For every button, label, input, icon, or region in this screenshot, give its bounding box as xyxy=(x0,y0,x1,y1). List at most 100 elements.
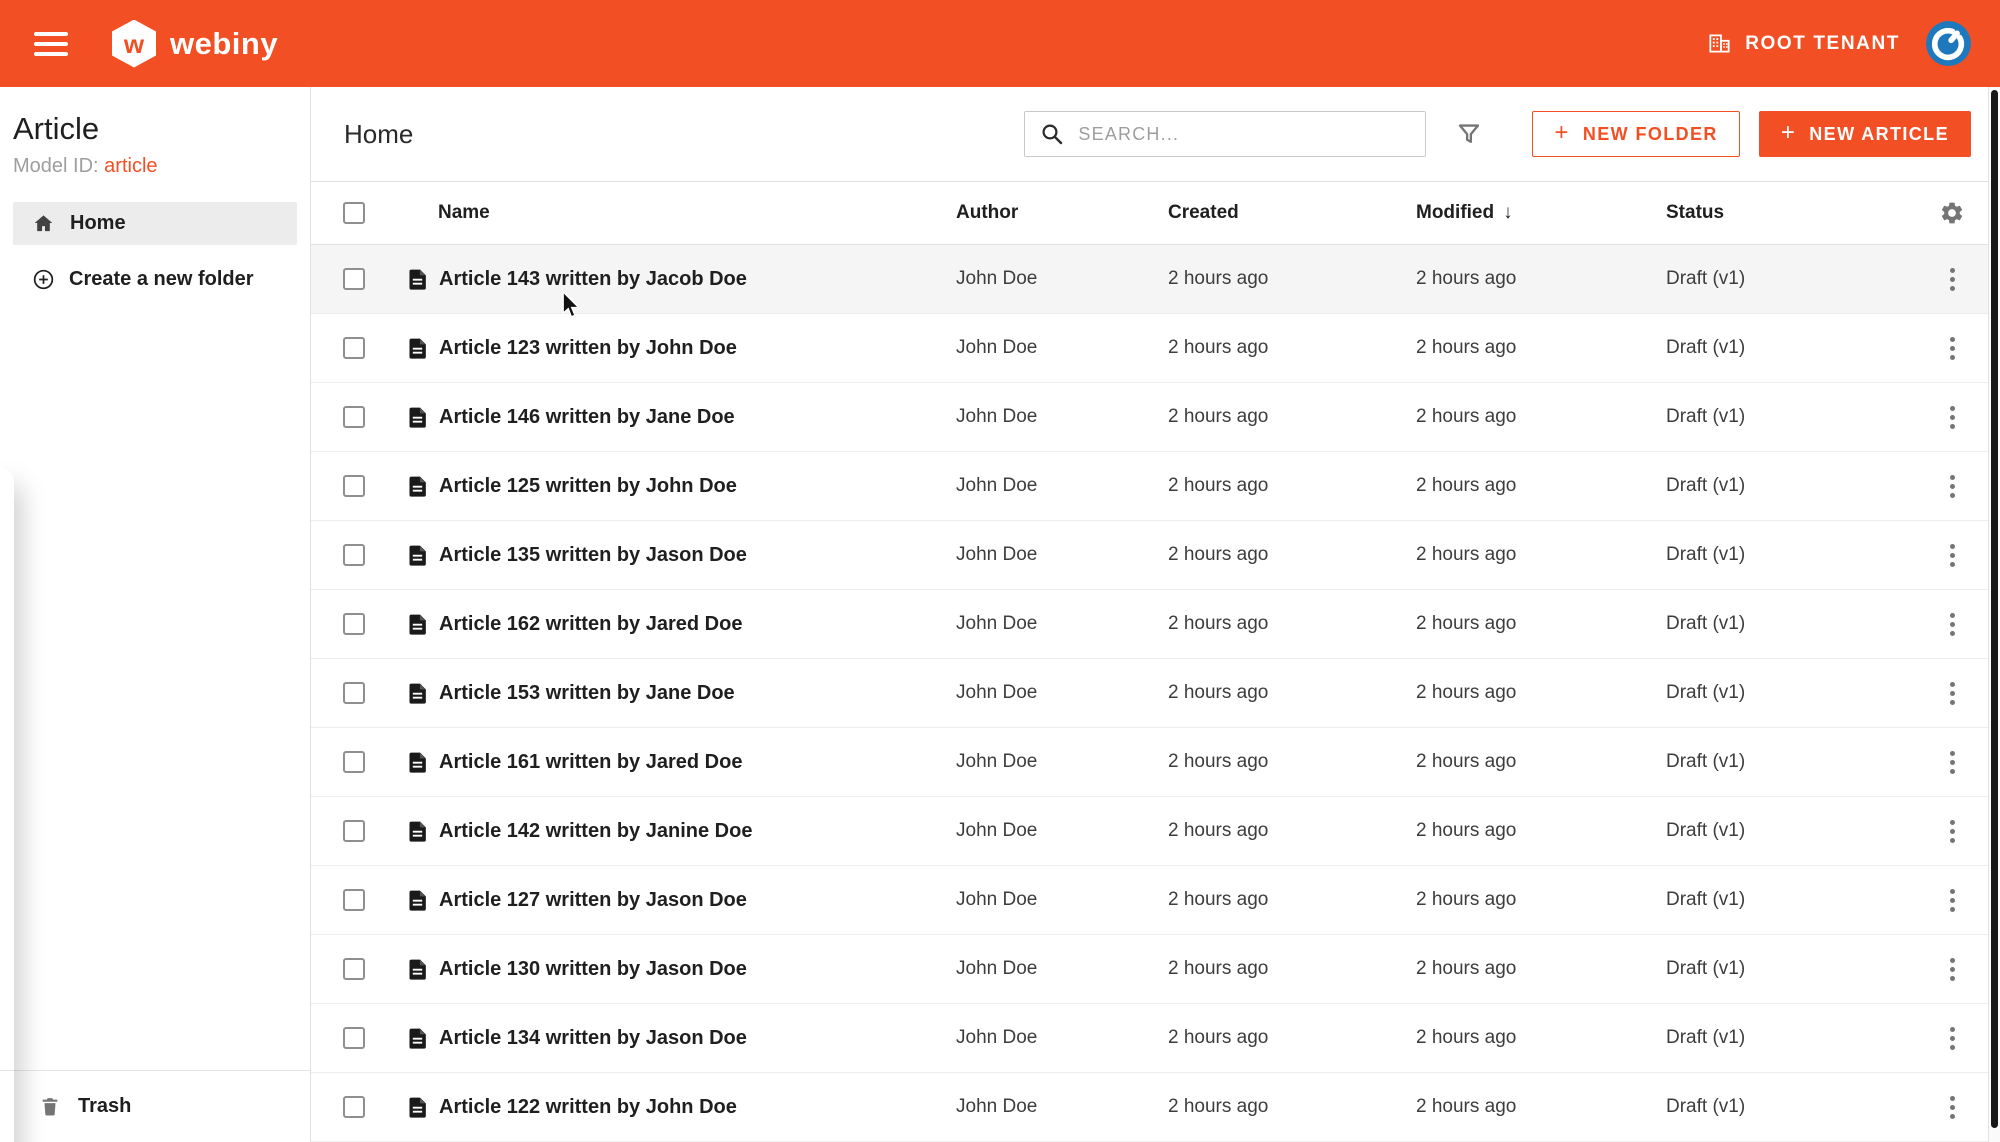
row-menu-button[interactable] xyxy=(1944,745,1961,780)
status-cell: Draft (v1) xyxy=(1666,820,1746,841)
modified-cell: 2 hours ago xyxy=(1416,544,1517,565)
row-menu-button[interactable] xyxy=(1944,883,1961,918)
created-cell: 2 hours ago xyxy=(1168,751,1269,772)
table-row[interactable]: Article 135 written by Jason Doe John Do… xyxy=(311,521,2000,590)
article-name: Article 125 written by John Doe xyxy=(439,474,737,497)
table-row[interactable]: Article 146 written by Jane Doe John Doe… xyxy=(311,383,2000,452)
modified-cell: 2 hours ago xyxy=(1416,958,1517,979)
table-body: Article 143 written by Jacob Doe John Do… xyxy=(311,245,2000,1142)
row-checkbox[interactable] xyxy=(343,544,365,566)
article-name: Article 146 written by Jane Doe xyxy=(439,405,735,428)
table-row[interactable]: Article 143 written by Jacob Doe John Do… xyxy=(311,245,2000,314)
home-icon xyxy=(34,215,53,232)
tenant-selector[interactable]: ROOT TENANT xyxy=(1707,31,1900,56)
table-header: Name Author Created Modified ↓ Status xyxy=(311,182,2000,245)
sidebar: Article Model ID: article Home Create a … xyxy=(0,87,311,1142)
user-avatar[interactable] xyxy=(1926,21,1971,66)
row-menu-button[interactable] xyxy=(1944,952,1961,987)
filter-button[interactable] xyxy=(1452,117,1486,151)
column-header-name[interactable]: Name xyxy=(383,202,956,224)
trash-button[interactable]: Trash xyxy=(0,1070,310,1142)
select-all-checkbox[interactable] xyxy=(343,202,365,224)
row-menu-button[interactable] xyxy=(1944,1021,1961,1056)
trash-icon xyxy=(42,1098,58,1116)
sidebar-item-label: Home xyxy=(70,212,126,234)
table-row[interactable]: Article 153 written by Jane Doe John Doe… xyxy=(311,659,2000,728)
author-cell: John Doe xyxy=(956,337,1038,358)
filter-funnel-icon xyxy=(1459,124,1480,143)
new-folder-button[interactable]: + NEW FOLDER xyxy=(1532,111,1740,157)
author-cell: John Doe xyxy=(956,751,1038,772)
plus-icon: + xyxy=(1554,119,1570,146)
sidebar-item-home[interactable]: Home xyxy=(13,202,297,245)
model-id-value-link[interactable]: article xyxy=(104,155,157,177)
column-header-author[interactable]: Author xyxy=(956,202,1168,224)
row-checkbox[interactable] xyxy=(343,1027,365,1049)
table-row[interactable]: Article 130 written by Jason Doe John Do… xyxy=(311,935,2000,1004)
table-row[interactable]: Article 161 written by Jared Doe John Do… xyxy=(311,728,2000,797)
created-cell: 2 hours ago xyxy=(1168,613,1269,634)
plus-icon: + xyxy=(1780,119,1797,146)
row-checkbox[interactable] xyxy=(343,268,365,290)
column-header-modified[interactable]: Modified ↓ xyxy=(1416,202,1666,224)
created-cell: 2 hours ago xyxy=(1168,406,1269,427)
webiny-logo[interactable]: w webiny xyxy=(112,19,278,68)
status-cell: Draft (v1) xyxy=(1666,1027,1746,1048)
modified-cell: 2 hours ago xyxy=(1416,889,1517,910)
column-header-created[interactable]: Created xyxy=(1168,202,1416,224)
created-cell: 2 hours ago xyxy=(1168,544,1269,565)
row-menu-button[interactable] xyxy=(1944,676,1961,711)
menu-icon[interactable] xyxy=(34,31,68,56)
row-menu-button[interactable] xyxy=(1944,814,1961,849)
webiny-hexagon-icon: w xyxy=(112,19,156,68)
created-cell: 2 hours ago xyxy=(1168,475,1269,496)
modified-cell: 2 hours ago xyxy=(1416,682,1517,703)
status-cell: Draft (v1) xyxy=(1666,613,1746,634)
content-area: Home + NEW FOLDER + NEW ARTICLE Name Aut… xyxy=(311,87,2000,1142)
article-name: Article 127 written by Jason Doe xyxy=(439,888,747,911)
author-cell: John Doe xyxy=(956,613,1038,634)
document-icon xyxy=(409,752,426,773)
row-checkbox[interactable] xyxy=(343,958,365,980)
article-name: Article 142 written by Janine Doe xyxy=(439,819,753,842)
create-folder-button[interactable]: Create a new folder xyxy=(13,258,297,300)
table-row[interactable]: Article 122 written by John Doe John Doe… xyxy=(311,1073,2000,1142)
modified-cell: 2 hours ago xyxy=(1416,268,1517,289)
new-article-button[interactable]: + NEW ARTICLE xyxy=(1758,111,1971,157)
row-checkbox[interactable] xyxy=(343,406,365,428)
modified-cell: 2 hours ago xyxy=(1416,820,1517,841)
scrollbar-thumb[interactable] xyxy=(1991,90,1998,1128)
table-row[interactable]: Article 162 written by Jared Doe John Do… xyxy=(311,590,2000,659)
author-cell: John Doe xyxy=(956,475,1038,496)
table-row[interactable]: Article 125 written by John Doe John Doe… xyxy=(311,452,2000,521)
row-checkbox[interactable] xyxy=(343,475,365,497)
article-name: Article 135 written by Jason Doe xyxy=(439,543,747,566)
table-row[interactable]: Article 123 written by John Doe John Doe… xyxy=(311,314,2000,383)
row-checkbox[interactable] xyxy=(343,820,365,842)
row-menu-button[interactable] xyxy=(1944,400,1961,435)
author-cell: John Doe xyxy=(956,820,1038,841)
row-menu-button[interactable] xyxy=(1944,331,1961,366)
document-icon xyxy=(409,338,426,359)
row-menu-button[interactable] xyxy=(1944,469,1961,504)
row-checkbox[interactable] xyxy=(343,751,365,773)
new-folder-label: NEW FOLDER xyxy=(1582,123,1718,144)
table-row[interactable]: Article 134 written by Jason Doe John Do… xyxy=(311,1004,2000,1073)
row-menu-button[interactable] xyxy=(1944,607,1961,642)
column-header-status[interactable]: Status xyxy=(1666,202,1916,224)
modified-cell: 2 hours ago xyxy=(1416,613,1517,634)
row-checkbox[interactable] xyxy=(343,613,365,635)
row-checkbox[interactable] xyxy=(343,682,365,704)
author-cell: John Doe xyxy=(956,1096,1038,1117)
table-settings-gear-icon[interactable] xyxy=(1939,200,1965,226)
row-checkbox[interactable] xyxy=(343,1096,365,1118)
row-menu-button[interactable] xyxy=(1944,262,1961,297)
search-input[interactable] xyxy=(1078,123,1411,145)
row-menu-button[interactable] xyxy=(1944,538,1961,573)
row-checkbox[interactable] xyxy=(343,337,365,359)
table-row[interactable]: Article 127 written by Jason Doe John Do… xyxy=(311,866,2000,935)
row-checkbox[interactable] xyxy=(343,889,365,911)
row-menu-button[interactable] xyxy=(1944,1090,1961,1125)
status-cell: Draft (v1) xyxy=(1666,682,1746,703)
table-row[interactable]: Article 142 written by Janine Doe John D… xyxy=(311,797,2000,866)
